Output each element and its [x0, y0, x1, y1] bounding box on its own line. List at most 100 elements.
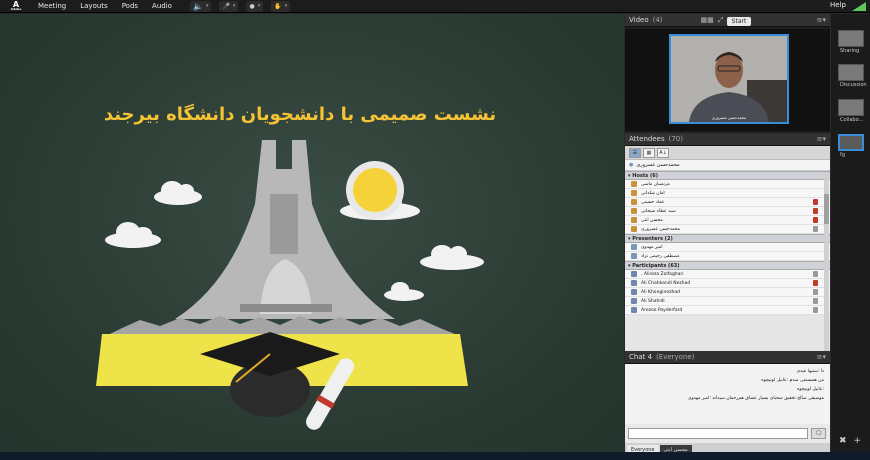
attendees-count: (70)	[668, 135, 683, 143]
host-icon	[631, 217, 637, 223]
current-user-row[interactable]: محمدحسن عسروری ●	[625, 160, 830, 171]
breakout-icon[interactable]: ▦	[643, 147, 655, 158]
windows-taskbar	[0, 452, 870, 460]
pod-menu-icon[interactable]: ≡▾	[817, 135, 826, 143]
chevron-down-icon: ▾	[284, 3, 288, 9]
scrollbar-thumb[interactable]	[824, 194, 829, 224]
attendee-name: Ali Shahidi	[641, 298, 665, 304]
presenter-icon	[631, 253, 637, 259]
layout-fg[interactable]: fg	[838, 134, 864, 158]
video-pod-title: Video	[629, 16, 649, 24]
video-pod-header: Video (4) Start ▦▦ ⤢ ≡▾	[625, 14, 830, 27]
menu-audio[interactable]: Audio	[152, 2, 172, 10]
sort-icon[interactable]: A↓	[657, 147, 669, 158]
chat-pod: Chat 4 (Everyone) ≡▾ دا :ستیها عیدی من ه…	[625, 351, 830, 460]
chat-pod-header: Chat 4 (Everyone) ≡▾	[625, 351, 830, 364]
status-icon	[813, 217, 818, 223]
list-item[interactable]: مصطفی رحیمی نژاد	[625, 252, 830, 261]
presenter-video[interactable]: محمدحسن عسروری	[669, 34, 789, 124]
list-item[interactable]: سید عطاء شیخانی	[625, 207, 830, 216]
list-item[interactable]: محمدحسن عسروری	[625, 225, 830, 234]
attendee-name: Ali Khonginezhad	[641, 289, 680, 295]
list-item[interactable]: Ali Shahidi	[625, 297, 830, 306]
attendee-name: . Alireza Zolfaghari	[641, 271, 684, 277]
send-message-button[interactable]: 🗨	[811, 428, 826, 439]
layout-label: Sharing	[840, 48, 860, 54]
chat-bubble-icon: 🗨	[814, 430, 823, 437]
list-item[interactable]: عماد حسینی	[625, 198, 830, 207]
attendee-name: محسن ابتی	[641, 217, 663, 223]
menu-meeting[interactable]: Meeting	[38, 2, 66, 10]
presenter-icon	[631, 244, 637, 250]
list-item[interactable]: امان شلدانی	[625, 189, 830, 198]
participant-icon	[631, 289, 637, 295]
list-item[interactable]: امیر مهدوی	[625, 243, 830, 252]
list-item[interactable]: Ali Khonginezhad	[625, 288, 830, 297]
list-item[interactable]: مرتضیان ماسی	[625, 180, 830, 189]
chat-input[interactable]	[628, 428, 808, 439]
pod-menu-icon[interactable]: ≡▾	[817, 16, 826, 24]
layout-label: Discussion	[840, 82, 867, 88]
attendees-toolbar: ☰ ▦ A↓	[625, 146, 830, 160]
layout-discussion[interactable]: Discussion	[838, 64, 867, 88]
chevron-down-icon: ▾	[232, 3, 236, 9]
group-presenters[interactable]: ▾ Presenters (2)	[625, 234, 830, 243]
group-participants[interactable]: ▾ Participants (63)	[625, 261, 830, 270]
add-layout-icon[interactable]: +	[854, 436, 862, 446]
webcam-icon: ●	[249, 2, 255, 10]
list-item[interactable]: Ali Chahkandi Nezhad	[625, 279, 830, 288]
speaker-button[interactable]: 🔈 ▾	[189, 0, 212, 12]
status-icon	[813, 208, 818, 214]
menu-help[interactable]: Help	[830, 1, 846, 9]
start-webcam-button[interactable]: Start	[727, 17, 751, 26]
list-view-icon[interactable]: ☰	[629, 147, 641, 158]
chat-messages: دا :ستیها عیدی من همسمتی ضدم :عابیل لونی…	[625, 364, 830, 424]
participant-icon	[631, 280, 637, 286]
status-icon	[813, 298, 818, 304]
group-hosts[interactable]: ▾ Hosts (6)	[625, 171, 830, 180]
list-item[interactable]: محسن ابتی	[625, 216, 830, 225]
status-icon	[813, 307, 818, 313]
tools-icon[interactable]: ✖	[839, 436, 847, 446]
attendee-name: Ali Chahkandi Nezhad	[641, 280, 691, 286]
layout-collaboration[interactable]: Collabo...	[838, 99, 864, 123]
status-button[interactable]: ✋ ▾	[271, 0, 291, 12]
participant-icon	[631, 271, 637, 277]
webcam-button[interactable]: ● ▾	[246, 0, 264, 12]
hosts-label: Hosts (6)	[632, 172, 659, 179]
video-pod: Video (4) Start ▦▦ ⤢ ≡▾ محمدحسن عسروری	[625, 14, 830, 131]
attendees-scrollbar[interactable]	[824, 174, 829, 361]
menu-bar: A Adobe Meeting Layouts Pods Audio 🔈 ▾ 🎤…	[0, 0, 870, 13]
fullscreen-icon[interactable]: ⤢	[718, 16, 724, 25]
chat-pod-title: Chat 4	[629, 353, 653, 361]
microphone-button[interactable]: 🎤 ▾	[219, 0, 239, 12]
adobe-logo-icon: A Adobe	[8, 0, 24, 13]
signal-strength-icon	[852, 2, 866, 11]
chat-message: من همسمتی ضدم :عابیل لونیچوه	[761, 378, 824, 383]
microphone-icon: 🎤	[222, 2, 230, 10]
menu-pods[interactable]: Pods	[122, 2, 138, 10]
attendee-name: عماد حسینی	[641, 199, 665, 205]
status-icon	[813, 199, 818, 205]
host-icon	[631, 190, 637, 196]
chevron-down-icon: ▾	[205, 3, 209, 9]
layout-sharing[interactable]: Sharing	[838, 30, 864, 54]
right-pods: Video (4) Start ▦▦ ⤢ ≡▾ محمدحسن عسروری A…	[625, 14, 830, 460]
attendee-name: امان شلدانی	[641, 190, 665, 196]
attendee-name: امیر مهدوی	[641, 244, 663, 250]
logo-sub: Adobe	[10, 7, 22, 11]
list-item[interactable]: Arezoo Payderfard	[625, 306, 830, 315]
layout-thumbnail	[838, 30, 864, 47]
host-icon	[631, 199, 637, 205]
chat-message: :عابیل لونیچوه	[797, 387, 824, 392]
pod-menu-icon[interactable]: ≡▾	[817, 353, 826, 361]
layout-grid-icon[interactable]: ▦▦	[701, 16, 714, 24]
list-item[interactable]: . Alireza Zolfaghari	[625, 270, 830, 279]
layout-label: fg	[840, 152, 845, 158]
attendee-name: مرتضیان ماسی	[641, 181, 670, 187]
layout-thumbnail	[838, 64, 864, 81]
menu-layouts[interactable]: Layouts	[80, 2, 107, 10]
host-icon	[631, 208, 637, 214]
layout-label: Collabo...	[840, 117, 864, 123]
host-icon	[631, 181, 637, 187]
